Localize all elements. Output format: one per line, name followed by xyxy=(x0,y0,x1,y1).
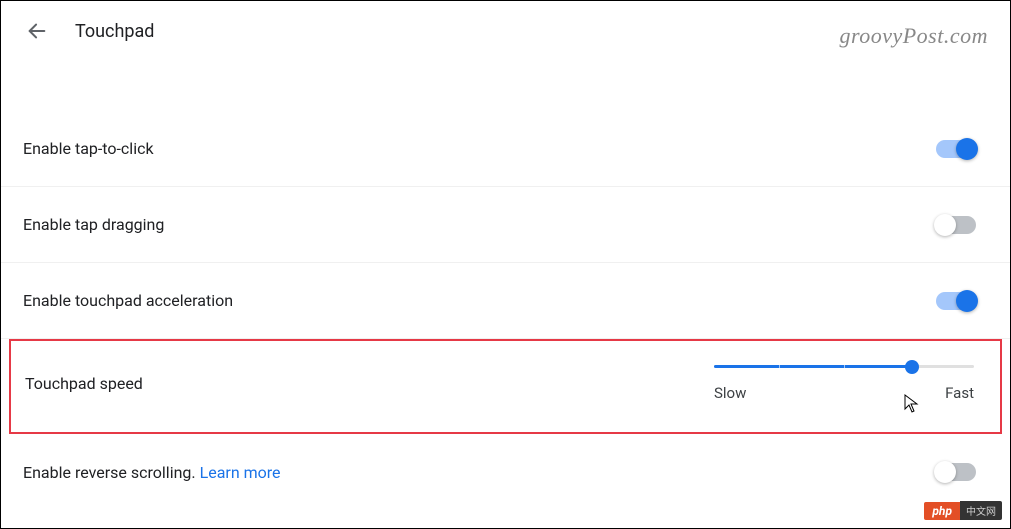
slider-thumb[interactable] xyxy=(905,360,919,374)
slider-track xyxy=(714,365,974,368)
toggle-acceleration[interactable] xyxy=(936,292,976,310)
label-touchpad-speed: Touchpad speed xyxy=(25,374,143,393)
row-touchpad-speed: Touchpad speed Slow Fast xyxy=(9,339,1002,434)
toggle-reverse-scrolling[interactable] xyxy=(936,463,976,481)
learn-more-link[interactable]: Learn more xyxy=(200,463,281,482)
slider-label-fast: Fast xyxy=(945,384,974,402)
back-arrow-icon[interactable] xyxy=(25,19,49,43)
toggle-tap-to-click[interactable] xyxy=(936,140,976,158)
settings-list: Enable tap-to-click Enable tap dragging … xyxy=(1,111,1010,510)
label-tap-dragging: Enable tap dragging xyxy=(23,215,164,234)
slider-touchpad-speed[interactable]: Slow Fast xyxy=(714,365,974,402)
label-acceleration: Enable touchpad acceleration xyxy=(23,291,233,310)
label-reverse-scrolling: Enable reverse scrolling. Learn more xyxy=(23,463,281,482)
php-badge: php 中文网 xyxy=(924,501,1002,520)
label-tap-to-click: Enable tap-to-click xyxy=(23,139,154,158)
watermark-text: groovyPost.com xyxy=(839,23,988,49)
slider-label-slow: Slow xyxy=(714,384,746,402)
row-acceleration: Enable touchpad acceleration xyxy=(1,263,1010,339)
slider-labels: Slow Fast xyxy=(714,384,974,402)
cursor-pointer-icon xyxy=(904,394,920,414)
row-tap-to-click: Enable tap-to-click xyxy=(1,111,1010,187)
row-tap-dragging: Enable tap dragging xyxy=(1,187,1010,263)
label-reverse-scrolling-text: Enable reverse scrolling. xyxy=(23,463,200,482)
php-badge-left: php xyxy=(924,502,960,520)
row-reverse-scrolling: Enable reverse scrolling. Learn more xyxy=(1,434,1010,510)
toggle-tap-dragging[interactable] xyxy=(936,216,976,234)
page-title: Touchpad xyxy=(75,21,154,42)
php-badge-right: 中文网 xyxy=(960,501,1002,520)
slider-fill xyxy=(714,365,912,368)
